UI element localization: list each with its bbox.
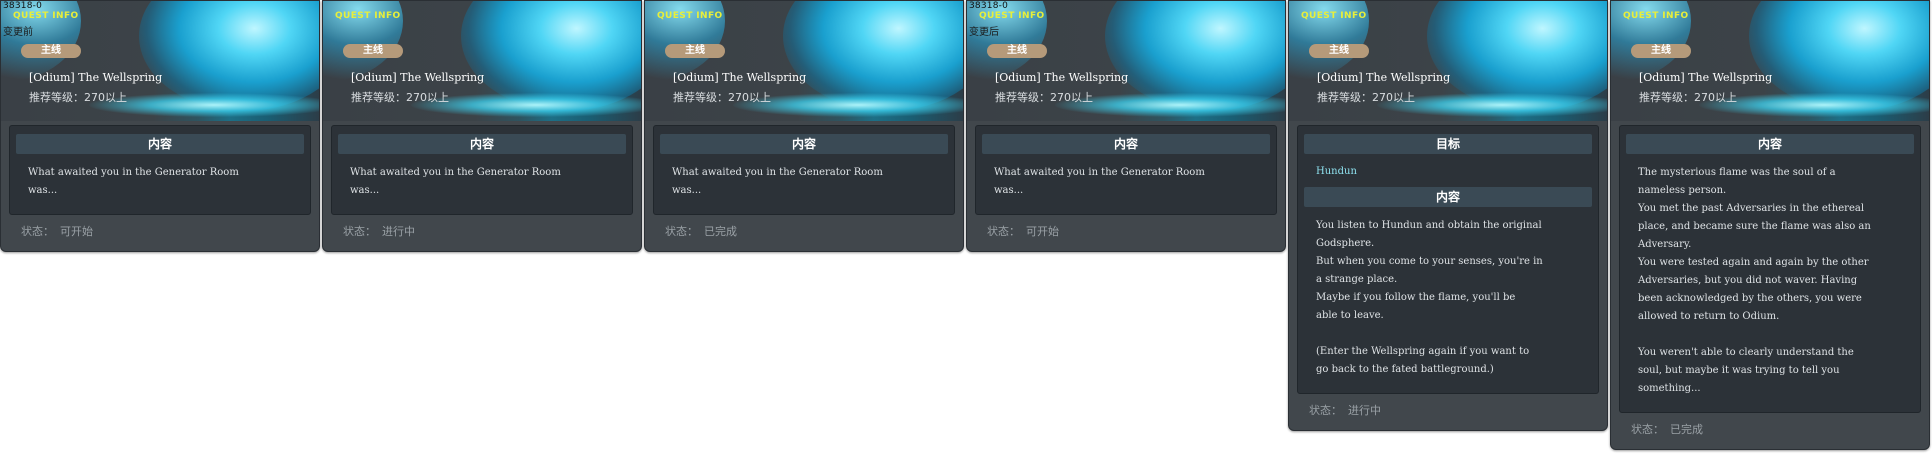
status-value: 进行中 (382, 225, 415, 238)
quest-info-label: QUEST INFO (1623, 11, 1689, 21)
recommended-level: 推荐等级：270以上 (1317, 91, 1415, 104)
content-heading: 内容 (660, 134, 948, 154)
quest-id: 38318-0 (3, 1, 43, 11)
recommended-level: 推荐等级：270以上 (1639, 91, 1737, 104)
quest-info-panel: QUEST INFO 主线 [Odium] The Wellspring 推荐等级：2… (1288, 0, 1608, 431)
status-label: 状态： (987, 225, 1020, 238)
quest-id: 38318-0 (969, 1, 1009, 11)
quest-banner: QUEST INFO 主线 [Odium] The Wellspring 推荐等级：2… (323, 1, 641, 121)
quest-status: 状态： 可开始 (967, 215, 1285, 251)
quest-title: [Odium] The Wellspring (1639, 71, 1773, 84)
recommended-level: 推荐等级：270以上 (673, 91, 771, 104)
version-label: 变更后 (969, 27, 999, 38)
quest-body: 内容 The mysterious flame was the soul of a… (1619, 125, 1921, 413)
quest-banner: 38318-0 QUEST INFO 变更前主线 [Odium] The Wellsp… (1, 1, 319, 121)
status-label: 状态： (1631, 423, 1664, 436)
quest-title: [Odium] The Wellspring (995, 71, 1129, 84)
quest-body: 内容 What awaited you in the Generator Room… (331, 125, 633, 215)
quest-body: 内容 What awaited you in the Generator Room… (975, 125, 1277, 215)
quest-type-badge: 主线 (1631, 44, 1691, 58)
status-value: 可开始 (60, 225, 93, 238)
quest-status: 状态： 进行中 (323, 215, 641, 251)
quest-banner: QUEST INFO 主线 [Odium] The Wellspring 推荐等级：2… (645, 1, 963, 121)
quest-title: [Odium] The Wellspring (351, 71, 485, 84)
recommended-level: 推荐等级：270以上 (29, 91, 127, 104)
quest-status: 状态： 已完成 (1611, 413, 1929, 449)
quest-status: 状态： 可开始 (1, 215, 319, 251)
quest-type-badge: 主线 (343, 44, 403, 58)
target-heading: 目标 (1304, 134, 1592, 154)
quest-body: 内容 What awaited you in the Generator Room… (653, 125, 955, 215)
quest-body: 内容 What awaited you in the Generator Room… (9, 125, 311, 215)
content-text: What awaited you in the Generator Room w… (672, 167, 883, 196)
quest-info-label: QUEST INFO (979, 11, 1045, 21)
quest-body: 目标 Hundun 内容 You listen to Hundun and obtai… (1297, 125, 1599, 394)
status-label: 状态： (665, 225, 698, 238)
quest-status: 状态： 进行中 (1289, 394, 1607, 430)
status-value: 进行中 (1348, 404, 1381, 417)
target-name: Hundun (1316, 166, 1357, 177)
quest-banner: QUEST INFO 主线 [Odium] The Wellspring 推荐等级：2… (1289, 1, 1607, 121)
content-text: What awaited you in the Generator Room w… (994, 167, 1205, 196)
quest-info-panel: 38318-0 QUEST INFO 变更后主线 [Odium] The Wellsp… (966, 0, 1286, 252)
quest-type-badge: 主线 (1309, 44, 1369, 58)
status-value: 可开始 (1026, 225, 1059, 238)
quest-type-badge: 主线 (987, 44, 1047, 58)
content-text: What awaited you in the Generator Room w… (350, 167, 561, 196)
version-label: 变更前 (3, 27, 33, 38)
quest-banner: 38318-0 QUEST INFO 变更后主线 [Odium] The Wellsp… (967, 1, 1285, 121)
status-label: 状态： (21, 225, 54, 238)
quest-info-panel: 38318-0 QUEST INFO 变更前主线 [Odium] The Wellsp… (0, 0, 320, 252)
quest-info-panel: QUEST INFO 主线 [Odium] The Wellspring 推荐等级：2… (1610, 0, 1930, 450)
content-heading: 内容 (338, 134, 626, 154)
content-heading: 内容 (1304, 187, 1592, 207)
status-label: 状态： (1309, 404, 1342, 417)
quest-status: 状态： 已完成 (645, 215, 963, 251)
quest-info-label: QUEST INFO (13, 11, 79, 21)
quest-type-badge: 主线 (665, 44, 725, 58)
content-text: The mysterious flame was the soul of a n… (1638, 167, 1871, 394)
content-heading: 内容 (1626, 134, 1914, 154)
content-text: What awaited you in the Generator Room w… (28, 167, 239, 196)
quest-title: [Odium] The Wellspring (1317, 71, 1451, 84)
recommended-level: 推荐等级：270以上 (995, 91, 1093, 104)
content-heading: 内容 (982, 134, 1270, 154)
content-text: You listen to Hundun and obtain the orig… (1316, 220, 1543, 375)
quest-title: [Odium] The Wellspring (673, 71, 807, 84)
quest-banner: QUEST INFO 主线 [Odium] The Wellspring 推荐等级：2… (1611, 1, 1929, 121)
quest-title: [Odium] The Wellspring (29, 71, 163, 84)
quest-type-badge: 主线 (21, 44, 81, 58)
quest-info-label: QUEST INFO (1301, 11, 1367, 21)
quest-info-panel: QUEST INFO 主线 [Odium] The Wellspring 推荐等级：2… (322, 0, 642, 252)
status-label: 状态： (343, 225, 376, 238)
quest-info-label: QUEST INFO (335, 11, 401, 21)
content-heading: 内容 (16, 134, 304, 154)
recommended-level: 推荐等级：270以上 (351, 91, 449, 104)
status-value: 已完成 (1670, 423, 1703, 436)
quest-info-label: QUEST INFO (657, 11, 723, 21)
quest-info-panel: QUEST INFO 主线 [Odium] The Wellspring 推荐等级：2… (644, 0, 964, 252)
status-value: 已完成 (704, 225, 737, 238)
